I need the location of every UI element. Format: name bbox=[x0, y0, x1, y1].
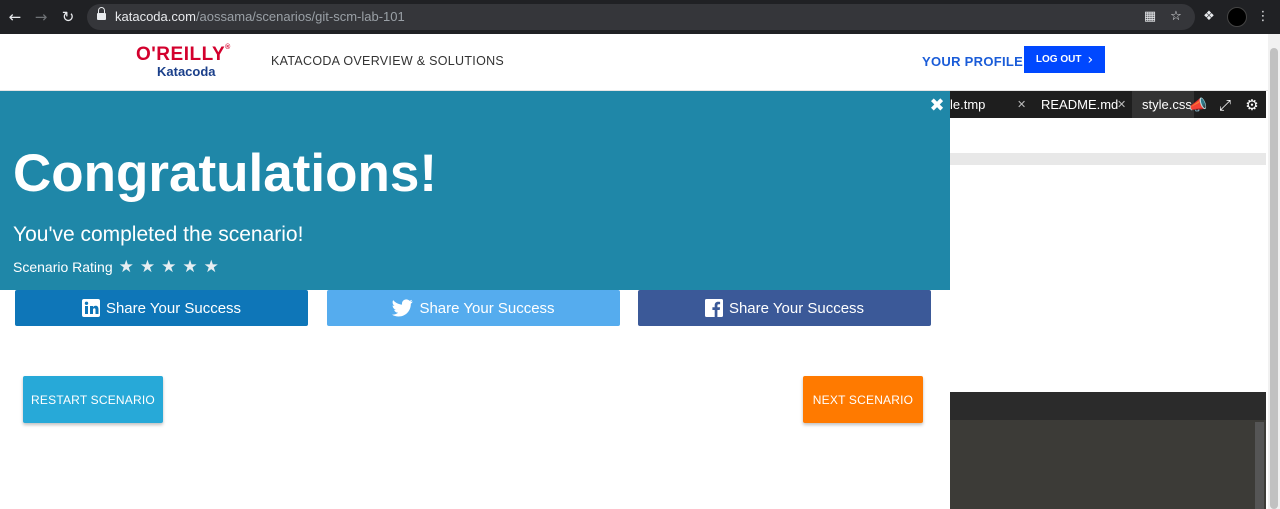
editor-panel: le.tmp ✕ README.md ✕ style.css 📣 ⤢ ⚙ bbox=[950, 91, 1266, 509]
star-icon[interactable]: ☆ bbox=[1166, 7, 1186, 27]
editor-tab-style[interactable]: style.css bbox=[1132, 91, 1194, 118]
logo-brand-wrap: O'REILLY® bbox=[136, 44, 231, 66]
next-scenario-button[interactable]: NEXT SCENARIO bbox=[803, 376, 923, 423]
expand-icon[interactable]: ⤢ bbox=[1215, 95, 1235, 115]
share-linkedin-button[interactable]: Share Your Success bbox=[15, 290, 308, 326]
menu-icon[interactable]: ⋮ bbox=[1253, 7, 1273, 27]
logout-button[interactable]: LOG OUT › bbox=[1024, 46, 1105, 73]
oreilly-katacoda-logo[interactable]: O'REILLY® Katacoda bbox=[136, 44, 236, 80]
close-icon[interactable]: ✕ bbox=[1117, 91, 1126, 118]
megaphone-icon[interactable]: 📣 bbox=[1188, 95, 1208, 115]
logout-label: LOG OUT bbox=[1035, 54, 1082, 65]
reload-icon[interactable]: ↻ bbox=[58, 7, 78, 27]
terminal-tabbar bbox=[950, 392, 1266, 420]
address-bar[interactable]: katacoda.com/aossama/scenarios/git-scm-l… bbox=[87, 4, 1195, 30]
rating-star-icon[interactable]: ★ bbox=[182, 257, 197, 277]
rating-star-icon[interactable]: ★ bbox=[161, 257, 176, 277]
linkedin-icon bbox=[81, 299, 100, 317]
page-scrollbar-thumb[interactable] bbox=[1270, 48, 1278, 509]
nav-link-profile[interactable]: YOUR PROFILE bbox=[922, 54, 1023, 69]
congrats-banner: ✖ Congratulations! You've completed the … bbox=[0, 91, 950, 290]
share-facebook-button[interactable]: Share Your Success bbox=[638, 290, 931, 326]
gear-icon[interactable]: ⚙ bbox=[1242, 95, 1262, 115]
share-facebook-label: Share Your Success bbox=[728, 299, 865, 317]
translate-icon[interactable]: ▦ bbox=[1140, 7, 1160, 27]
editor-tab-readme[interactable]: README.md bbox=[1041, 91, 1118, 118]
chevron-right-icon: › bbox=[1087, 51, 1094, 68]
extensions-icon[interactable]: ❖ bbox=[1199, 7, 1219, 27]
share-twitter-label: Share Your Success bbox=[419, 299, 555, 317]
lock-icon bbox=[97, 7, 106, 22]
close-icon[interactable]: ✖ bbox=[926, 95, 948, 117]
url-path: /aossama/scenarios/git-scm-lab-101 bbox=[195, 9, 405, 24]
editor-toolbar-strip bbox=[950, 153, 1266, 165]
rating-star-icon[interactable]: ★ bbox=[140, 257, 155, 277]
facebook-icon bbox=[704, 299, 723, 317]
editor-tab-tmp[interactable]: le.tmp bbox=[950, 91, 1016, 118]
twitter-icon bbox=[392, 299, 414, 317]
congrats-title: Congratulations! bbox=[13, 144, 437, 203]
address-bar-url[interactable]: katacoda.com/aossama/scenarios/git-scm-l… bbox=[115, 4, 405, 30]
back-arrow-icon[interactable]: ← bbox=[5, 7, 25, 27]
url-host: katacoda.com bbox=[115, 9, 196, 24]
logo-sub: Katacoda bbox=[157, 64, 216, 79]
share-linkedin-label: Share Your Success bbox=[105, 299, 242, 317]
close-icon[interactable]: ✕ bbox=[1017, 91, 1026, 118]
registered-mark: ® bbox=[225, 44, 231, 51]
next-scenario-label: NEXT SCENARIO bbox=[812, 392, 914, 407]
avatar[interactable] bbox=[1227, 7, 1247, 27]
nav-link-overview[interactable]: KATACODA OVERVIEW & SOLUTIONS bbox=[271, 54, 504, 68]
congrats-subtitle: You've completed the scenario! bbox=[13, 223, 304, 246]
rating-star-icon[interactable]: ★ bbox=[119, 257, 134, 277]
editor-tabbar: le.tmp ✕ README.md ✕ style.css 📣 ⤢ ⚙ bbox=[950, 91, 1266, 118]
terminal-scrollbar[interactable] bbox=[1255, 422, 1264, 509]
site-header: O'REILLY® Katacoda KATACODA OVERVIEW & S… bbox=[0, 34, 1268, 91]
share-twitter-button[interactable]: Share Your Success bbox=[327, 290, 620, 326]
restart-scenario-button[interactable]: RESTART SCENARIO bbox=[23, 376, 163, 423]
rating-label: Scenario Rating bbox=[13, 259, 113, 275]
restart-scenario-label: RESTART SCENARIO bbox=[31, 392, 155, 407]
forward-arrow-icon[interactable]: → bbox=[31, 7, 51, 27]
logo-brand: O'REILLY bbox=[136, 44, 226, 65]
rating-star-icon[interactable]: ★ bbox=[204, 257, 219, 277]
scenario-rating: Scenario Rating ★ ★ ★ ★ ★ bbox=[13, 257, 225, 277]
browser-toolbar: ← → ↻ katacoda.com/aossama/scenarios/git… bbox=[0, 0, 1280, 34]
terminal[interactable] bbox=[950, 420, 1266, 509]
